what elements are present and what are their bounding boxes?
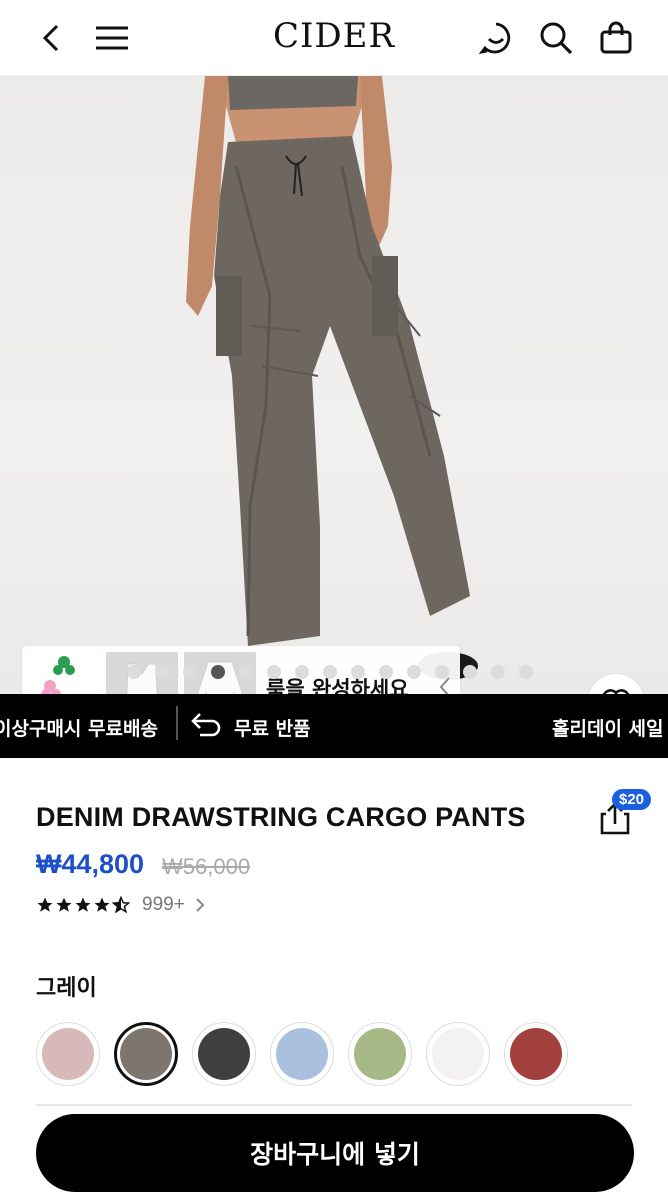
color-swatch-fill — [42, 1028, 94, 1080]
color-swatch[interactable] — [504, 1022, 568, 1086]
star-full-icon — [56, 897, 72, 912]
color-swatch[interactable] — [36, 1022, 100, 1086]
add-to-cart-button[interactable]: 장바구니에 넣기 — [36, 1114, 634, 1192]
pagination-dot[interactable] — [463, 665, 477, 679]
chevron-left-icon — [42, 24, 59, 52]
star-full-icon — [94, 897, 110, 912]
shopping-bag-icon — [600, 21, 632, 54]
selected-color-label: 그레이 — [36, 976, 97, 1001]
sale-price: ₩44,800 — [36, 849, 145, 879]
pagination-dot[interactable] — [267, 665, 281, 679]
chat-smile-icon — [479, 22, 511, 55]
review-count: 999+ — [142, 894, 185, 915]
menu-button[interactable] — [92, 18, 132, 58]
color-swatch-fill — [432, 1028, 484, 1080]
pagination-dot[interactable] — [379, 665, 393, 679]
banner-free-shipping: 이상구매시 무료배송 — [0, 718, 158, 740]
color-swatch-fill — [510, 1028, 562, 1080]
return-arrow-icon — [191, 713, 221, 737]
promo-banner: 이상구매시 무료배송 무료 반품 홀리데이 세일 — [0, 694, 668, 758]
pagination-dot[interactable] — [491, 665, 505, 679]
product-title: DENIM DRAWSTRING CARGO PANTS — [36, 802, 526, 832]
banner-holiday-sale: 홀리데이 세일 — [552, 718, 664, 740]
color-swatch-fill — [276, 1028, 328, 1080]
pagination-dot[interactable] — [295, 665, 309, 679]
pagination-dot[interactable] — [407, 665, 421, 679]
search-button[interactable] — [536, 18, 576, 58]
gallery-pagination — [127, 665, 533, 679]
pagination-dot[interactable] — [519, 665, 533, 679]
cart-button[interactable] — [596, 18, 636, 58]
product-image-gallery[interactable]: 룩을 완성하세요 — [0, 76, 668, 694]
original-price: ₩56,000 — [162, 854, 251, 879]
back-button[interactable] — [32, 18, 72, 58]
look-item-earrings[interactable] — [28, 652, 100, 694]
pagination-dot[interactable] — [435, 665, 449, 679]
top-header: CIDER — [0, 0, 668, 76]
share-reward-badge: $20 — [612, 789, 652, 810]
pagination-dot[interactable] — [323, 665, 337, 679]
star-half-icon — [112, 896, 130, 914]
pagination-dot[interactable] — [351, 665, 365, 679]
rating-row[interactable]: 999+ — [36, 894, 205, 916]
chevron-right-icon — [196, 898, 205, 912]
section-divider — [36, 1104, 632, 1106]
color-swatch[interactable] — [348, 1022, 412, 1086]
color-swatch[interactable] — [114, 1022, 178, 1086]
pagination-dot[interactable] — [239, 665, 253, 679]
product-photo — [186, 76, 478, 680]
star-rating — [36, 896, 130, 914]
star-full-icon — [37, 897, 53, 912]
pagination-dot[interactable] — [211, 665, 225, 679]
color-swatch-fill — [198, 1028, 250, 1080]
color-swatch-fill — [120, 1028, 172, 1080]
search-icon — [540, 22, 573, 55]
color-swatch[interactable] — [192, 1022, 256, 1086]
star-full-icon — [75, 897, 91, 912]
brand-logo[interactable]: CIDER — [273, 16, 395, 56]
color-swatch[interactable] — [426, 1022, 490, 1086]
bear-earrings-thumbnail — [41, 656, 75, 694]
pagination-dot[interactable] — [183, 665, 197, 679]
pagination-dot[interactable] — [155, 665, 169, 679]
color-swatches — [36, 1022, 568, 1086]
banner-free-return: 무료 반품 — [234, 718, 311, 740]
color-swatch-fill — [354, 1028, 406, 1080]
chat-button[interactable] — [476, 18, 516, 58]
pagination-dot[interactable] — [127, 665, 141, 679]
banner-divider — [176, 706, 178, 740]
hamburger-menu-icon — [96, 26, 128, 50]
color-swatch[interactable] — [270, 1022, 334, 1086]
